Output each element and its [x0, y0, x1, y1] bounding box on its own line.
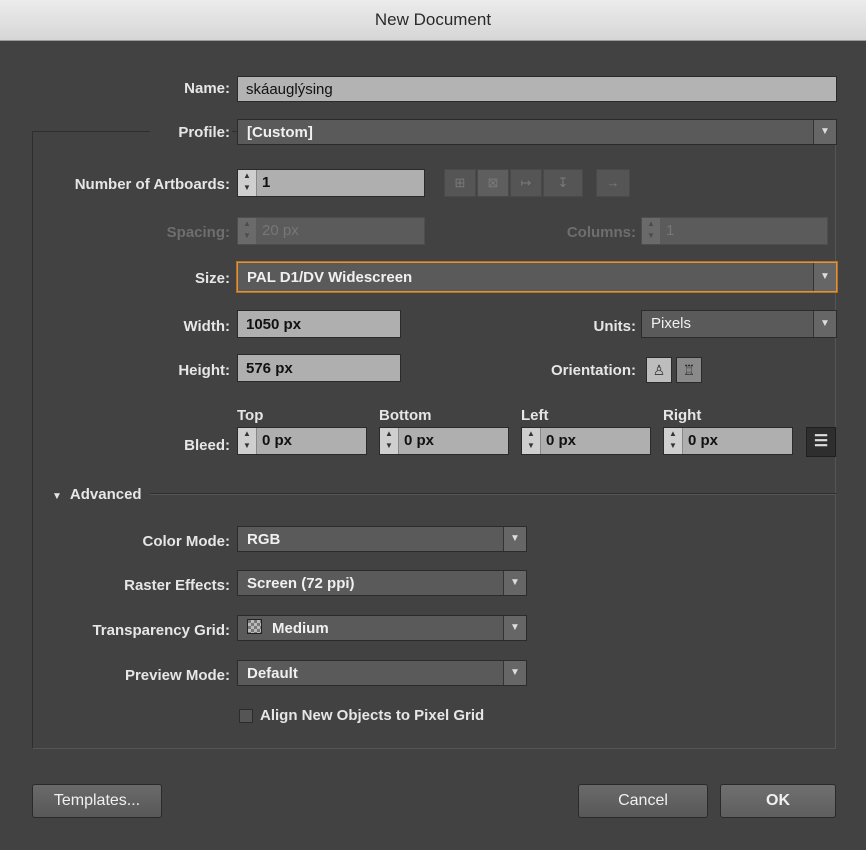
stepper-arrows-icon[interactable]: ▲ ▼ [522, 428, 541, 454]
bleed-left-label: Left [521, 407, 549, 424]
size-value: PAL D1/DV Widescreen [247, 269, 413, 286]
artboards-stepper[interactable]: ▲ ▼ 1 [237, 169, 425, 197]
spacing-value: 20 px [262, 222, 299, 239]
portrait-icon[interactable]: ♙ [646, 357, 672, 383]
bleed-bottom-value: 0 px [404, 432, 435, 449]
templates-button[interactable]: Templates... [32, 784, 162, 818]
profile-label: Profile: [178, 124, 230, 141]
bleed-top-label: Top [237, 407, 264, 424]
advanced-toggle[interactable]: ▼ Advanced [52, 486, 142, 503]
size-label: Size: [194, 270, 230, 287]
grid-by-column-icon[interactable]: ⊠ [477, 169, 509, 197]
advanced-label: Advanced [69, 486, 142, 503]
spacing-label: Spacing: [166, 224, 230, 241]
chevron-down-icon: ▼ [503, 616, 526, 640]
chevron-down-icon: ▼ [503, 661, 526, 685]
stepper-arrows-icon: ▲ ▼ [642, 218, 661, 244]
columns-stepper[interactable]: ▲ ▼ 1 [641, 217, 828, 245]
chevron-down-icon: ▼ [503, 571, 526, 595]
height-label: Height: [178, 362, 230, 379]
bleed-bottom-stepper[interactable]: ▲ ▼ 0 px [379, 427, 509, 455]
artboards-value: 1 [262, 174, 271, 191]
stepper-arrows-icon[interactable]: ▲ ▼ [238, 428, 257, 454]
transparency-grid-label: Transparency Grid: [92, 622, 230, 639]
new-document-dialog: New Document Name: skáauglýsing Profile:… [0, 0, 866, 850]
cancel-button[interactable]: Cancel [578, 784, 708, 818]
link-icon[interactable]: ☰ [806, 427, 836, 457]
bleed-right-label: Right [663, 407, 702, 424]
bleed-right-stepper[interactable]: ▲ ▼ 0 px [663, 427, 793, 455]
color-mode-select[interactable]: RGB ▼ [237, 526, 527, 552]
chevron-down-icon: ▼ [813, 311, 836, 337]
raster-effects-value: Screen (72 ppi) [247, 575, 355, 592]
arrange-by-row-icon[interactable]: ↦ [510, 169, 542, 197]
chevron-down-icon: ▼ [813, 263, 836, 291]
triangle-down-icon: ▼ [52, 491, 62, 502]
bleed-label: Bleed: [184, 437, 230, 454]
bleed-left-value: 0 px [546, 432, 577, 449]
width-label: Width: [183, 318, 230, 335]
raster-effects-select[interactable]: Screen (72 ppi) ▼ [237, 570, 527, 596]
color-mode-value: RGB [247, 531, 281, 548]
width-input[interactable]: 1050 px [237, 310, 401, 338]
transparency-grid-select[interactable]: Medium ▼ [237, 615, 527, 641]
spacing-stepper[interactable]: ▲ ▼ 20 px [237, 217, 425, 245]
landscape-icon[interactable]: ♖ [676, 357, 702, 383]
units-label: Units: [593, 318, 637, 335]
bleed-left-stepper[interactable]: ▲ ▼ 0 px [521, 427, 651, 455]
columns-value: 1 [666, 222, 675, 239]
arrange-by-column-icon[interactable]: ↧ [543, 169, 583, 197]
color-mode-label: Color Mode: [142, 533, 231, 550]
units-select[interactable]: Pixels ▼ [641, 310, 837, 338]
bleed-top-value: 0 px [262, 432, 293, 449]
bleed-right-value: 0 px [688, 432, 719, 449]
bleed-top-stepper[interactable]: ▲ ▼ 0 px [237, 427, 367, 455]
height-input[interactable]: 576 px [237, 354, 401, 382]
align-pixel-grid-label: Align New Objects to Pixel Grid [260, 707, 485, 724]
right-to-left-icon[interactable]: → [596, 169, 630, 197]
size-select[interactable]: PAL D1/DV Widescreen ▼ [237, 262, 837, 292]
orientation-label: Orientation: [551, 362, 636, 379]
chevron-down-icon: ▼ [813, 120, 836, 144]
preview-mode-label: Preview Mode: [124, 667, 230, 684]
grid-by-row-icon[interactable]: ⊞ [444, 169, 476, 197]
name-label: Name: [184, 80, 230, 97]
checker-icon [247, 619, 262, 634]
dialog-title: New Document [0, 0, 866, 41]
columns-label: Columns: [566, 224, 636, 241]
raster-effects-label: Raster Effects: [124, 577, 230, 594]
chevron-down-icon: ▼ [503, 527, 526, 551]
artboards-label: Number of Artboards: [74, 176, 230, 193]
align-pixel-grid-checkbox[interactable] [239, 709, 253, 723]
bleed-bottom-label: Bottom [379, 407, 432, 424]
advanced-divider [150, 493, 836, 495]
stepper-arrows-icon[interactable]: ▲ ▼ [238, 170, 257, 196]
ok-button[interactable]: OK [720, 784, 836, 818]
name-input[interactable]: skáauglýsing [237, 76, 837, 102]
preview-mode-value: Default [247, 665, 298, 682]
profile-select[interactable]: [Custom] ▼ [237, 119, 837, 145]
stepper-arrows-icon[interactable]: ▲ ▼ [380, 428, 399, 454]
transparency-grid-value: Medium [272, 620, 329, 637]
units-value: Pixels [651, 315, 692, 332]
stepper-arrows-icon: ▲ ▼ [238, 218, 257, 244]
preview-mode-select[interactable]: Default ▼ [237, 660, 527, 686]
stepper-arrows-icon[interactable]: ▲ ▼ [664, 428, 683, 454]
profile-value: [Custom] [247, 124, 313, 141]
